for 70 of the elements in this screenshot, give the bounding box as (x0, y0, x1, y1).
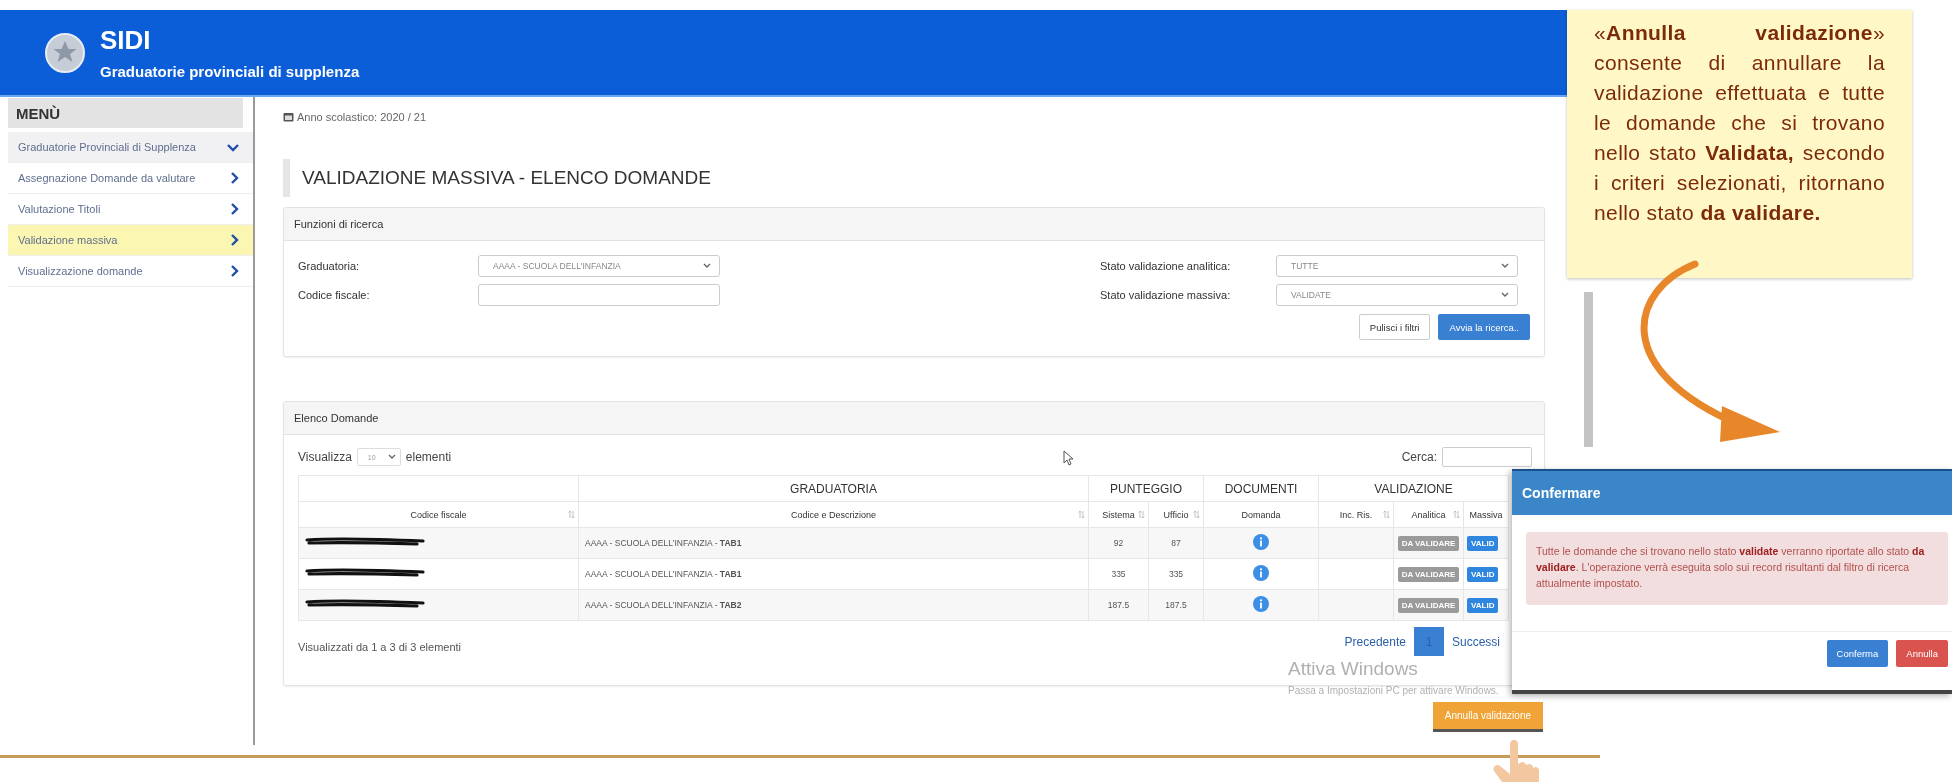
app-subtitle: Graduatorie provinciali di supplenza (100, 63, 360, 80)
emblem-icon (44, 31, 86, 74)
confirm-button[interactable]: Conferma (1826, 640, 1889, 667)
watermark-text: Passa a Impostazioni PC per attivare Windows. (1288, 685, 1499, 696)
sidebar-item[interactable]: Graduatorie Provinciali di Supplenza (8, 132, 253, 163)
table-cell: 187.5 (1088, 589, 1149, 621)
calendar-icon (283, 112, 294, 122)
search-label: Cerca: (1401, 450, 1437, 464)
sort-icon (1383, 510, 1390, 519)
table-cell: 87 (1148, 527, 1204, 559)
field-label: Stato validazione massiva: (1100, 289, 1232, 301)
info-icon[interactable] (1253, 565, 1269, 581)
app-title: SIDI (100, 25, 152, 55)
search-field[interactable] (1442, 447, 1532, 467)
info-icon[interactable] (1253, 596, 1269, 612)
sidebar-item[interactable]: Assegnazione Domande da valutare (8, 163, 253, 194)
table-cell: 92 (1088, 527, 1149, 559)
status-badge: VALID (1467, 566, 1499, 582)
panel-title: Funzioni di ricerca (284, 208, 1544, 241)
sort-icon (1078, 510, 1085, 519)
status-badge: DA VALIDARE (1397, 566, 1460, 582)
page-title: VALIDAZIONE MASSIVA - ELENCO DOMANDE (283, 159, 723, 197)
school-year: Anno scolastico: 2020 / 21 (297, 111, 427, 123)
input-field[interactable] (478, 284, 720, 306)
sort-icon (1138, 510, 1145, 519)
dropdown[interactable]: VALIDATE (1276, 284, 1518, 306)
search-button[interactable]: Avvia la ricerca.. (1438, 314, 1530, 340)
dropdown[interactable]: AAAA - SCUOLA DELL'INFANZIA (478, 255, 720, 277)
field-label: Codice fiscale: (298, 289, 371, 301)
sort-icon (1193, 510, 1200, 519)
table-cell: AAAA - SCUOLA DELL'INFANZIA - TAB1 (578, 558, 1089, 590)
sidebar-item[interactable]: Validazione massiva (8, 225, 253, 256)
column-group-header: PUNTEGGIO (1088, 475, 1204, 502)
sidebar-item[interactable]: Visualizzazione domande (8, 256, 253, 287)
pointer-cursor-icon (1063, 450, 1075, 466)
caret-icon (387, 454, 396, 460)
cancel-button[interactable]: Annulla (1896, 640, 1948, 667)
column-header: Domanda (1240, 509, 1282, 520)
column-header: Massiva (1468, 509, 1504, 520)
field-label: Stato validazione analitica: (1100, 260, 1232, 272)
table-cell: 335 (1088, 558, 1149, 590)
status-badge: DA VALIDARE (1397, 597, 1460, 613)
table-cell: 187.5 (1148, 589, 1204, 621)
caret-icon (1501, 292, 1509, 298)
sort-icon (1453, 510, 1460, 519)
table-info: Visualizzati da 1 a 3 di 3 elementi (298, 641, 462, 653)
show-label: Visualizza (298, 450, 352, 464)
dialog-title: Confermare (1512, 471, 1952, 515)
table-cell: 335 (1148, 558, 1204, 590)
table-cell: AAAA - SCUOLA DELL'INFANZIA - TAB1 (578, 527, 1089, 559)
clear-filters-button[interactable]: Pulisci i filtri (1358, 314, 1431, 340)
menu-title: MENÙ (8, 98, 243, 128)
info-icon[interactable] (1253, 534, 1269, 550)
column-group-header: VALIDAZIONE (1318, 475, 1509, 502)
callout-text: «Annulla validazione» consente di annullare la validazione effettuata e tutte le domande che si trovano nello stato Validata, secondo i criteri selezionati, ritornano nello stato da validare. (1594, 20, 1885, 226)
column-group-header: GRADUATORIA (578, 475, 1089, 502)
status-badge: VALID (1467, 597, 1499, 613)
panel-title: Elenco Domande (284, 402, 1544, 435)
status-badge: DA VALIDARE (1397, 535, 1460, 551)
caret-icon (703, 263, 711, 269)
show-suffix: elementi (405, 450, 452, 464)
dropdown[interactable]: TUTTE (1276, 255, 1518, 277)
caret-icon (1501, 263, 1509, 269)
dialog-message: Tutte le domande che si trovano nello stato validate verranno riportate allo stato da validare. L'operazione verrà eseguita solo sui record risultanti dal filtro di ricerca attualmente impostato. (1526, 532, 1948, 605)
status-badge: VALID (1467, 535, 1499, 551)
table-cell: AAAA - SCUOLA DELL'INFANZIA - TAB2 (578, 589, 1089, 621)
watermark-title: Attiva Windows (1288, 658, 1418, 680)
field-label: Graduatoria: (298, 260, 361, 272)
column-group-header: DOCUMENTI (1203, 475, 1319, 502)
sort-icon (568, 510, 575, 519)
